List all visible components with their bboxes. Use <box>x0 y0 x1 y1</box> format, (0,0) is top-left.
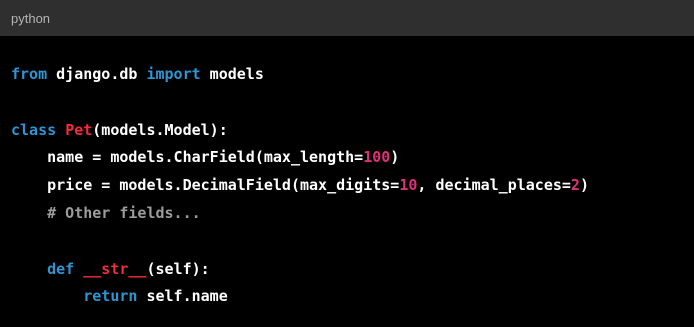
code-token-plain: self.name <box>137 287 228 306</box>
code-token-plain: name = models.CharField(max_length= <box>11 148 364 167</box>
code-token-plain: price = models.DecimalField(max_digits= <box>11 176 400 195</box>
code-token-cls: __str__ <box>83 259 147 278</box>
code-token-kw: def <box>47 259 75 278</box>
code-block: python from django.db import models class… <box>0 0 694 327</box>
code-token-kw: from <box>11 65 48 83</box>
code-token-cls: Pet <box>65 120 93 139</box>
code-token-cmt: # Other fields... <box>47 204 201 222</box>
code-token-num: 2 <box>570 176 580 195</box>
code-line: return self.name <box>11 286 228 306</box>
code-token-plain: (self): <box>146 259 210 278</box>
code-token-plain: ) <box>390 148 400 167</box>
code-line: class Pet(models.Model): <box>11 120 228 140</box>
code-line: def __str__(self): <box>11 259 210 279</box>
code-token-plain: django.db <box>47 65 147 83</box>
code-token-num: 100 <box>363 148 391 167</box>
code-token-kw: class <box>11 120 57 139</box>
code-line: price = models.DecimalField(max_digits=1… <box>11 175 589 195</box>
code-line: from django.db import models <box>11 64 264 84</box>
code-token-plain: models <box>200 65 264 83</box>
code-token-kw: return <box>83 287 138 306</box>
code-token-kw: import <box>146 65 201 83</box>
code-block-header: python <box>0 0 694 36</box>
code-token-num: 10 <box>399 176 418 195</box>
language-label: python <box>11 10 51 26</box>
code-token-plain: , decimal_places= <box>417 176 571 195</box>
code-line: name = models.CharField(max_length=100) <box>11 147 399 167</box>
code-token-plain: ) <box>579 176 589 195</box>
code-line: # Other fields... <box>11 203 201 223</box>
code-token-plain: (models.Model): <box>92 120 228 139</box>
